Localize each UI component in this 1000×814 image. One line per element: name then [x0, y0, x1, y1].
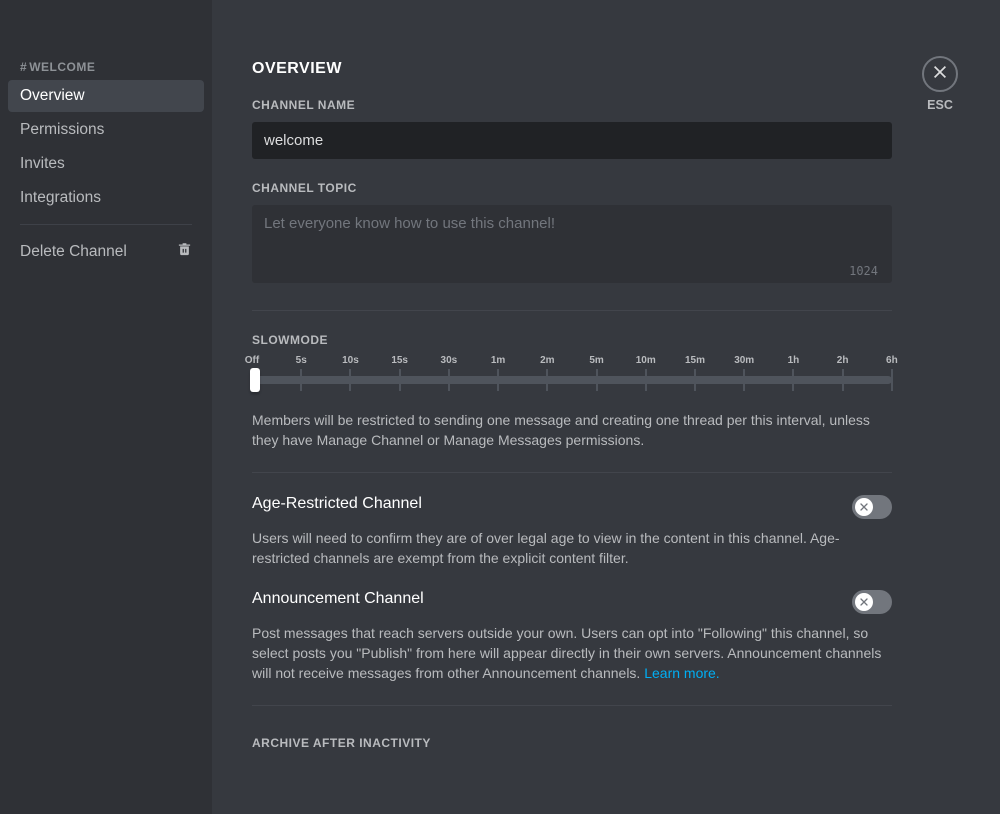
- slowmode-slider[interactable]: Off5s10s15s30s1m2m5m10m15m30m1h2h6h: [252, 357, 892, 393]
- sidebar-item-label: Overview: [20, 87, 85, 104]
- slider-tick-mark: [349, 369, 351, 391]
- slider-thumb[interactable]: [250, 368, 260, 392]
- slider-tick-label: 15s: [391, 355, 408, 366]
- age-restricted-block: Age-Restricted Channel Users will need t…: [252, 495, 892, 568]
- trash-icon: [177, 242, 192, 262]
- slider-tick-mark: [546, 369, 548, 391]
- slider-tick-mark: [694, 369, 696, 391]
- slider-tick-mark: [645, 369, 647, 391]
- learn-more-link[interactable]: Learn more.: [644, 665, 719, 681]
- channel-name-input[interactable]: [252, 122, 892, 159]
- page-title: OVERVIEW: [252, 60, 892, 78]
- slider-tick-label: 15m: [685, 355, 705, 366]
- section-divider: [252, 705, 892, 706]
- age-restricted-help: Users will need to confirm they are of o…: [252, 529, 892, 568]
- slider-tick-label: 6h: [886, 355, 898, 366]
- slowmode-label: SLOWMODE: [252, 333, 892, 347]
- announcement-toggle[interactable]: [852, 590, 892, 614]
- sidebar-item-overview[interactable]: Overview: [8, 80, 204, 112]
- channel-topic-wrap: 1024: [252, 205, 892, 288]
- hash-icon: #: [20, 60, 27, 74]
- char-count: 1024: [849, 264, 878, 278]
- slider-tick-label: 2h: [837, 355, 849, 366]
- sidebar-channel-name: WELCOME: [29, 60, 95, 74]
- slider-tick-mark: [743, 369, 745, 391]
- slider-tick-label: 30s: [441, 355, 458, 366]
- sidebar-delete-label: Delete Channel: [20, 243, 127, 261]
- slider-tick-mark: [596, 369, 598, 391]
- slider-tick-mark: [792, 369, 794, 391]
- announcement-help: Post messages that reach servers outside…: [252, 624, 892, 683]
- slider-tick-label: 5s: [296, 355, 307, 366]
- announcement-block: Announcement Channel Post messages that …: [252, 590, 892, 683]
- sidebar-item-label: Invites: [20, 155, 65, 172]
- slider-tick-mark: [497, 369, 499, 391]
- slowmode-block: SLOWMODE Off5s10s15s30s1m2m5m10m15m30m1h…: [252, 333, 892, 450]
- age-restricted-title: Age-Restricted Channel: [252, 495, 422, 513]
- slider-tick-label: 30m: [734, 355, 754, 366]
- section-divider: [252, 472, 892, 473]
- slider-tick-label: 10s: [342, 355, 359, 366]
- slider-tick-mark: [448, 369, 450, 391]
- slowmode-help: Members will be restricted to sending on…: [252, 411, 892, 450]
- toggle-handle-off-icon: [855, 498, 873, 516]
- toggle-handle-off-icon: [855, 593, 873, 611]
- slider-tick-label: 5m: [589, 355, 603, 366]
- slider-tick-label: 1h: [788, 355, 800, 366]
- slider-tick-label: 10m: [636, 355, 656, 366]
- content: OVERVIEW CHANNEL NAME CHANNEL TOPIC 1024…: [252, 60, 892, 750]
- archive-label: ARCHIVE AFTER INACTIVITY: [252, 736, 892, 750]
- age-restricted-toggle[interactable]: [852, 495, 892, 519]
- sidebar-item-permissions[interactable]: Permissions: [8, 114, 204, 146]
- announcement-title: Announcement Channel: [252, 590, 424, 608]
- slider-tick-mark: [399, 369, 401, 391]
- esc-label: ESC: [927, 98, 953, 112]
- sidebar-item-invites[interactable]: Invites: [8, 148, 204, 180]
- close-container: ESC: [922, 56, 958, 112]
- slider-tick-label: 2m: [540, 355, 554, 366]
- close-icon: [931, 63, 949, 86]
- slider-tick-label: 1m: [491, 355, 505, 366]
- sidebar-item-label: Permissions: [20, 121, 104, 138]
- sidebar-channel-header: #WELCOME: [8, 60, 204, 80]
- slider-tick-mark: [300, 369, 302, 391]
- sidebar-item-integrations[interactable]: Integrations: [8, 182, 204, 214]
- settings-sidebar: #WELCOME Overview Permissions Invites In…: [0, 0, 212, 814]
- settings-main: ESC OVERVIEW CHANNEL NAME CHANNEL TOPIC …: [212, 0, 1000, 814]
- slider-tick-label: Off: [245, 355, 259, 366]
- sidebar-divider: [20, 224, 192, 225]
- section-divider: [252, 310, 892, 311]
- sidebar-item-delete-channel[interactable]: Delete Channel: [8, 235, 204, 269]
- channel-name-label: CHANNEL NAME: [252, 98, 892, 112]
- channel-topic-label: CHANNEL TOPIC: [252, 181, 892, 195]
- close-button[interactable]: [922, 56, 958, 92]
- sidebar-item-label: Integrations: [20, 189, 101, 206]
- channel-topic-input[interactable]: [252, 205, 892, 283]
- slider-tick-mark: [842, 369, 844, 391]
- slider-tick-mark: [891, 369, 893, 391]
